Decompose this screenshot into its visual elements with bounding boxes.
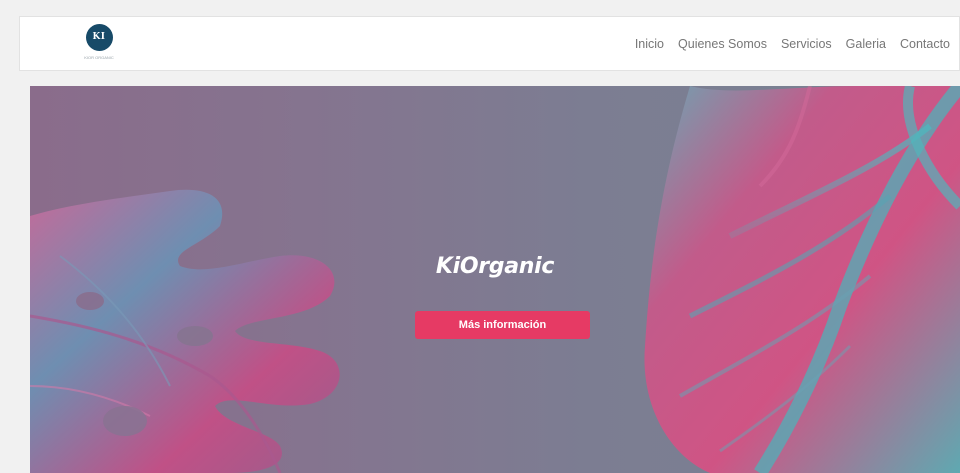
nav-link-galeria[interactable]: Galeria: [846, 37, 886, 51]
hero-title: KiOrganic: [435, 254, 555, 279]
site-logo[interactable]: KI KIOR ORGANIC: [82, 24, 116, 68]
left-leaf: [30, 189, 340, 473]
page: KI KIOR ORGANIC Inicio Quienes Somos Ser…: [0, 0, 960, 473]
nav-link-quienes-somos[interactable]: Quienes Somos: [678, 37, 767, 51]
nav-link-servicios[interactable]: Servicios: [781, 37, 832, 51]
hero-banner: KiOrganic Más información: [30, 86, 960, 473]
right-leaf: [644, 86, 960, 473]
nav-link-inicio[interactable]: Inicio: [635, 37, 664, 51]
logo-tagline: KIOR ORGANIC: [84, 55, 114, 60]
main-nav: Inicio Quienes Somos Servicios Galeria C…: [635, 17, 950, 70]
hero-background-image: [30, 86, 960, 473]
more-info-button[interactable]: Más información: [415, 311, 590, 339]
nav-link-contacto[interactable]: Contacto: [900, 37, 950, 51]
logo-mark: KI: [85, 24, 113, 51]
top-navbar: KI KIOR ORGANIC Inicio Quienes Somos Ser…: [19, 16, 960, 71]
